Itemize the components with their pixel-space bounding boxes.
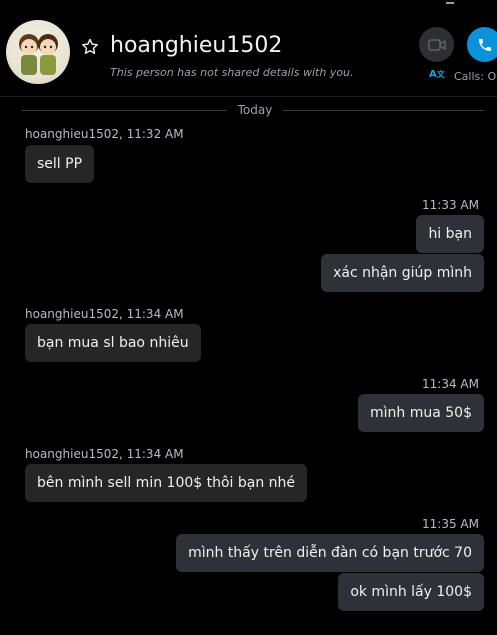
contact-subtitle: This person has not shared details with … — [110, 66, 354, 79]
date-separator: Today — [237, 103, 273, 117]
message-bubble-incoming[interactable]: bạn mua sl bao nhiêu — [25, 324, 201, 362]
message-bubble-outgoing[interactable]: mình mua 50$ — [358, 394, 484, 432]
phone-icon — [478, 38, 491, 51]
window-control-icon[interactable] — [446, 0, 454, 4]
star-icon[interactable] — [80, 37, 100, 57]
message-meta: 11:33 AM — [422, 198, 479, 212]
message-bubble-incoming[interactable]: bên mình sell min 100$ thôi bạn nhé — [25, 464, 308, 502]
header-divider — [0, 96, 497, 97]
date-separator-line-left — [22, 110, 227, 111]
calls-label: Calls: O — [454, 70, 497, 83]
message-bubble-outgoing[interactable]: hi bạn — [416, 215, 484, 253]
video-call-button[interactable] — [419, 27, 454, 62]
chat-header: hoanghieu1502 This person has not shared… — [0, 0, 497, 96]
translate-icon[interactable]: A文 — [429, 69, 447, 85]
contact-avatar[interactable] — [6, 20, 70, 84]
message-bubble-outgoing[interactable]: ok mình lấy 100$ — [338, 573, 484, 611]
message-bubble-incoming[interactable]: sell PP — [25, 145, 95, 183]
message-meta: hoanghieu1502, 11:34 AM — [25, 307, 184, 321]
audio-call-button[interactable] — [467, 27, 497, 62]
message-bubble-outgoing[interactable]: mình thấy trên diễn đàn có bạn trước 70 — [176, 534, 484, 572]
message-meta: hoanghieu1502, 11:32 AM — [25, 127, 184, 141]
message-meta: hoanghieu1502, 11:34 AM — [25, 447, 184, 461]
message-bubble-outgoing[interactable]: xác nhận giúp mình — [321, 254, 484, 292]
message-meta: 11:34 AM — [422, 377, 479, 391]
contact-name[interactable]: hoanghieu1502 — [110, 33, 282, 58]
video-camera-icon — [427, 38, 446, 51]
date-separator-line-right — [283, 110, 484, 111]
message-meta: 11:35 AM — [422, 517, 479, 531]
